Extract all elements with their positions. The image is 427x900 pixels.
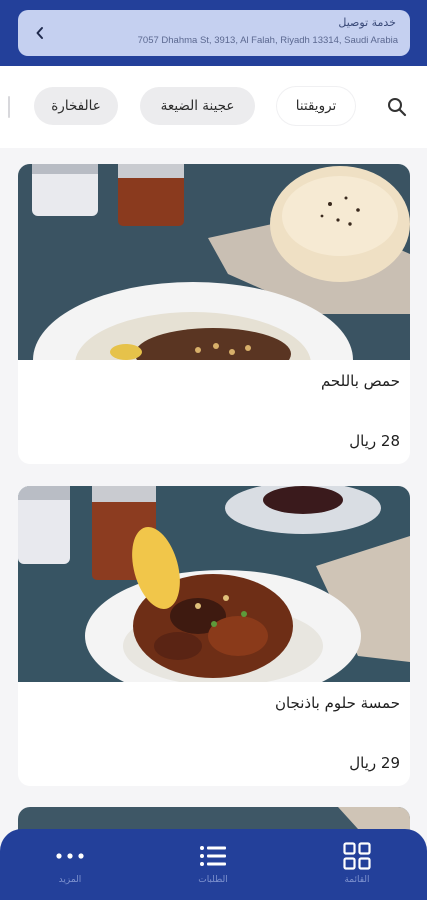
nav-menu-label: القائمة bbox=[344, 875, 370, 885]
product-price: 29 ريال bbox=[349, 754, 400, 772]
product-image bbox=[18, 164, 410, 360]
product-name: حمص باللحم bbox=[320, 372, 400, 390]
product-name: حمسة حلوم باذنجان bbox=[274, 694, 400, 712]
list-icon bbox=[199, 841, 227, 871]
delivery-address-text: 7057 Dhahma St, 3913, Al Falah, Riyadh 1… bbox=[137, 35, 398, 46]
search-icon[interactable] bbox=[384, 94, 410, 120]
chevron-left-icon bbox=[32, 23, 48, 43]
category-chip-alfakhara[interactable]: عالفخارة bbox=[34, 87, 118, 125]
delivery-service-label: خدمة توصيل bbox=[338, 16, 396, 29]
nav-orders[interactable]: الطلبات bbox=[168, 829, 258, 900]
product-price: 28 ريال bbox=[349, 432, 400, 450]
category-chip-tarwiqatna[interactable]: ترويقتنا bbox=[277, 87, 355, 125]
delivery-address-button[interactable]: خدمة توصيل 7057 Dhahma St, 3913, Al Fala… bbox=[18, 10, 410, 56]
nav-more[interactable]: المزيد bbox=[25, 829, 115, 900]
grid-icon bbox=[343, 841, 371, 871]
product-image bbox=[18, 486, 410, 682]
bottom-navigation: المزيد الطلبات القائمة bbox=[0, 829, 427, 900]
nav-orders-label: الطلبات bbox=[198, 875, 228, 885]
more-dots-icon bbox=[55, 841, 85, 871]
product-card[interactable]: حمسة حلوم باذنجان 29 ريال bbox=[18, 486, 410, 786]
nav-more-label: المزيد bbox=[58, 875, 82, 885]
scroll-edge-indicator bbox=[8, 96, 10, 118]
top-bar: خدمة توصيل 7057 Dhahma St, 3913, Al Fala… bbox=[0, 0, 427, 66]
category-chip-ajinat-aldaya[interactable]: عجينة الضيعة bbox=[140, 87, 255, 125]
nav-menu[interactable]: القائمة bbox=[312, 829, 402, 900]
product-card[interactable]: حمص باللحم 28 ريال bbox=[18, 164, 410, 464]
